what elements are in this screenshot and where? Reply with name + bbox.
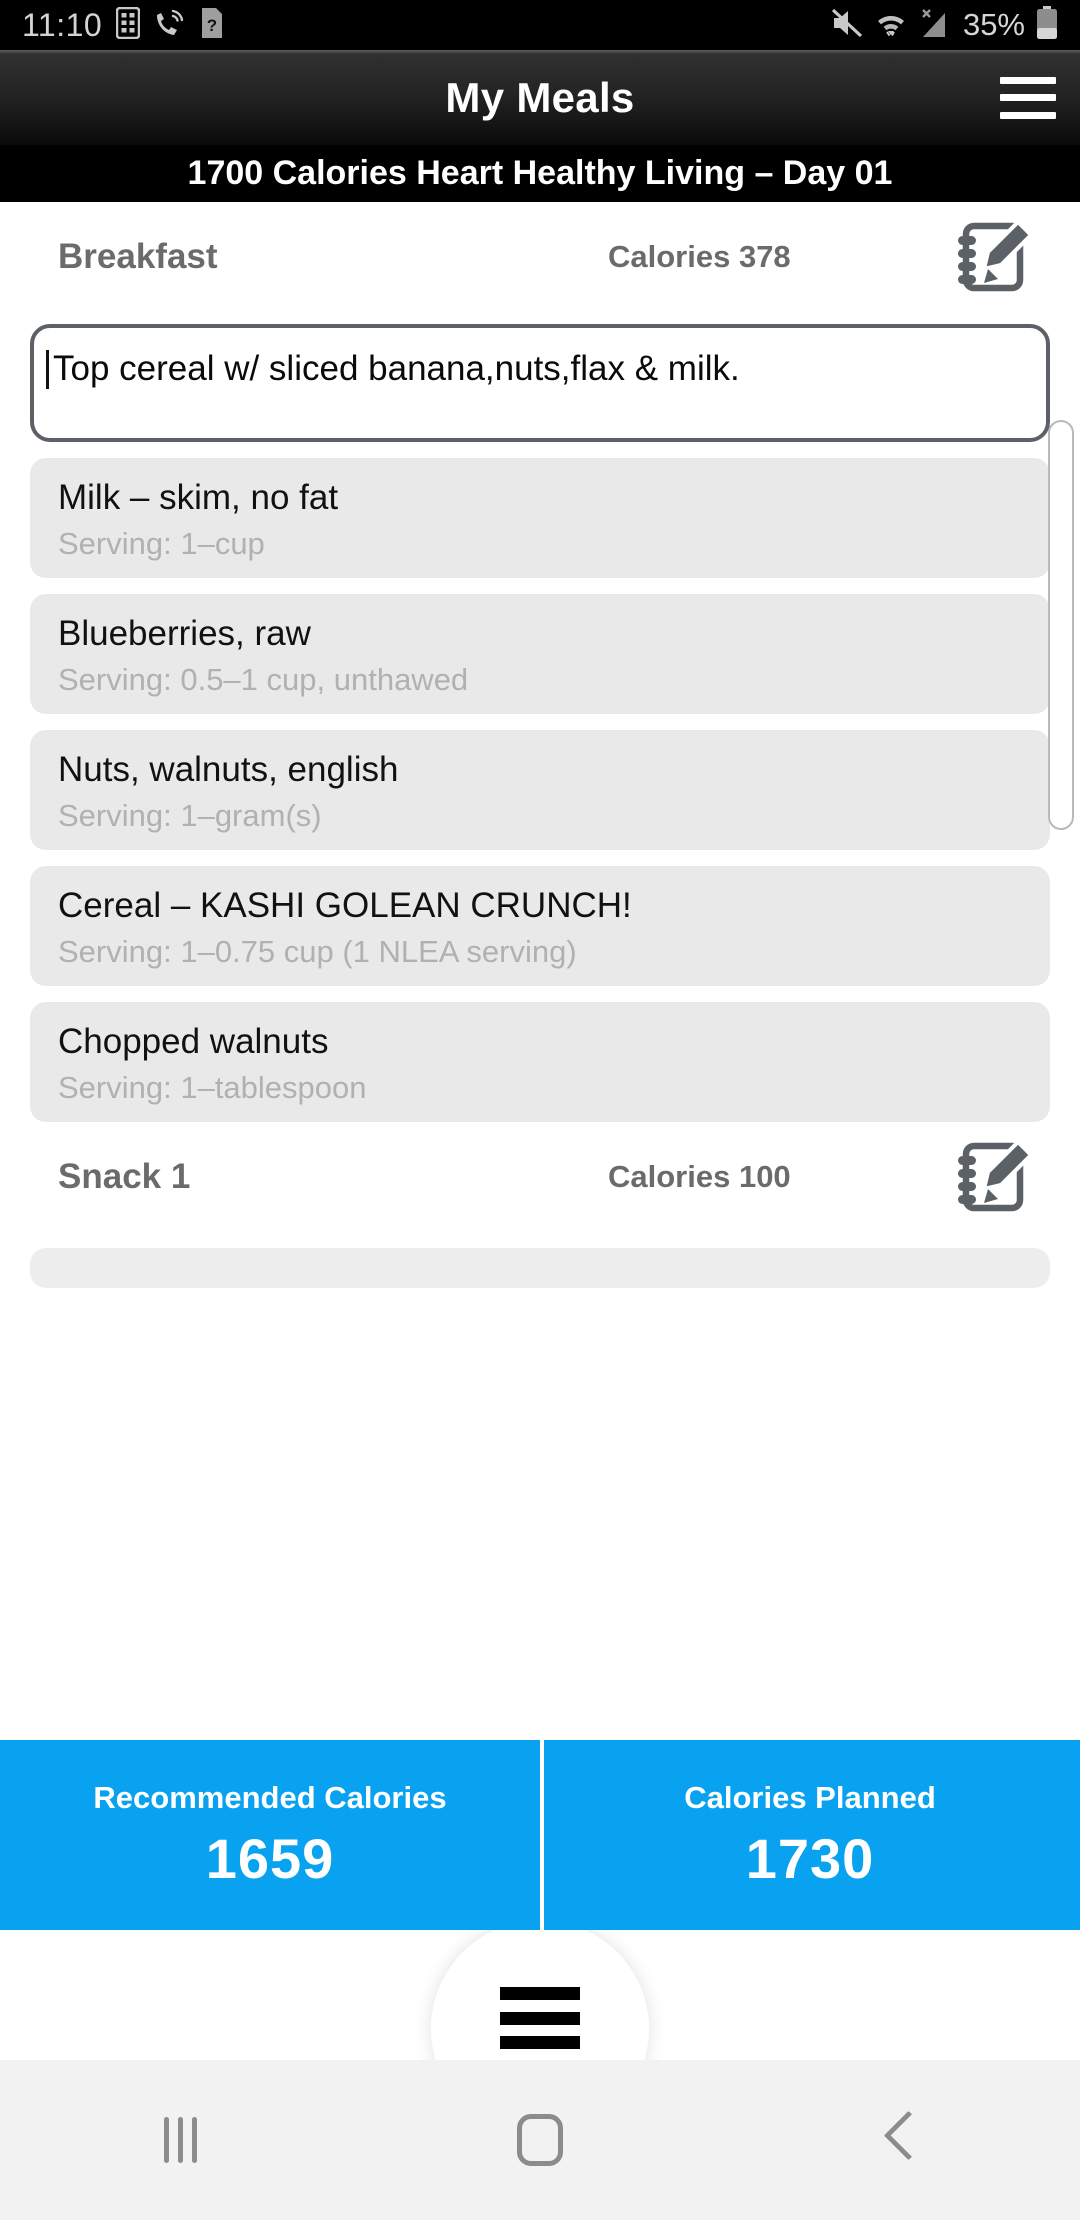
food-name: Chopped walnuts	[58, 1022, 329, 1061]
hamburger-icon[interactable]	[1000, 76, 1056, 119]
planned-calories-label: Calories Planned	[684, 1779, 936, 1815]
meal-note-box[interactable]: Top cereal w/ sliced banana,nuts,flax & …	[30, 324, 1050, 442]
battery-icon	[1036, 5, 1058, 45]
recents-bar	[177, 2117, 183, 2163]
meal-name: Snack 1	[58, 1157, 191, 1196]
food-name: Milk – skim, no fat	[58, 478, 339, 517]
food-name: Nuts, walnuts, english	[58, 750, 399, 789]
back-button[interactable]	[720, 2060, 1080, 2220]
hamburger-bar	[500, 2011, 580, 2025]
home-button[interactable]	[360, 2060, 720, 2220]
food-serving: Serving: 1–gram(s)	[58, 797, 322, 833]
status-clock: 11:10	[22, 6, 103, 43]
plan-subtitle: 1700 Calories Heart Healthy Living – Day…	[187, 154, 893, 192]
food-item-partial[interactable]	[30, 1248, 1050, 1288]
planned-calories-value: 1730	[745, 1826, 875, 1890]
food-serving: Serving: 1–tablespoon	[58, 1069, 367, 1105]
recommended-calories-value: 1659	[205, 1826, 335, 1890]
hamburger-bar	[1000, 76, 1056, 84]
note-edit-icon[interactable]	[952, 1134, 1038, 1220]
list-scrollbar[interactable]	[1048, 420, 1074, 830]
sim-unknown-icon: ?	[200, 7, 224, 44]
wifi-calling-icon	[154, 8, 186, 43]
no-signal-icon	[918, 7, 952, 44]
food-name: Cereal – KASHI GOLEAN CRUNCH!	[58, 886, 632, 925]
meal-note-text: Top cereal w/ sliced banana,nuts,flax & …	[46, 349, 1046, 389]
food-item[interactable]: Nuts, walnuts, english Serving: 1–gram(s…	[30, 730, 1050, 850]
recents-bar	[191, 2117, 197, 2163]
calculator-icon	[115, 6, 141, 44]
meal-calories: Calories 100	[608, 1159, 791, 1194]
recents-button[interactable]	[0, 2060, 360, 2220]
hamburger-bar	[500, 2036, 580, 2049]
meal-list-scroll[interactable]: Breakfast Calories 378 Top cereal w/ sli…	[0, 202, 1080, 1740]
food-serving: Serving: 1–cup	[58, 525, 265, 561]
meal-name: Breakfast	[58, 237, 218, 276]
calorie-summary-bar: Recommended Calories 1659 Calories Plann…	[0, 1740, 1080, 1930]
home-icon	[517, 2114, 563, 2166]
hamburger-bar	[1000, 111, 1056, 119]
battery-percent: 35%	[962, 7, 1025, 42]
status-bar: 11:10 ? 35%	[0, 0, 1080, 50]
recommended-calories-label: Recommended Calories	[93, 1779, 447, 1815]
android-nav-bar	[0, 2060, 1080, 2220]
plan-subtitle-bar: 1700 Calories Heart Healthy Living – Day…	[0, 145, 1080, 202]
hamburger-bar	[1000, 94, 1056, 101]
app-title-bar: My Meals	[0, 50, 1080, 145]
page-title: My Meals	[445, 73, 635, 121]
food-item[interactable]: Cereal – KASHI GOLEAN CRUNCH! Serving: 1…	[30, 866, 1050, 986]
status-bar-right: 35%	[830, 5, 1058, 45]
food-name: Blueberries, raw	[58, 614, 311, 653]
recents-bar	[163, 2117, 169, 2163]
food-item[interactable]: Blueberries, raw Serving: 0.5–1 cup, unt…	[30, 594, 1050, 714]
planned-calories-block: Calories Planned 1730	[540, 1740, 1080, 1930]
wifi-icon	[875, 7, 907, 44]
food-item[interactable]: Milk – skim, no fat Serving: 1–cup	[30, 458, 1050, 578]
status-bar-left: 11:10 ?	[22, 6, 224, 44]
app-screen: 11:10 ? 35% My Meals 1700 Calories Heart…	[0, 0, 1080, 2220]
food-item[interactable]: Chopped walnuts Serving: 1–tablespoon	[30, 1002, 1050, 1122]
mute-icon	[830, 7, 864, 44]
meal-calories: Calories 378	[608, 239, 791, 274]
hamburger-bar	[500, 1987, 580, 2000]
drawer-handle-area	[0, 1930, 1080, 2060]
back-icon	[883, 2112, 917, 2168]
recents-icon	[163, 2117, 197, 2163]
meal-header-breakfast: Breakfast Calories 378	[0, 202, 1080, 312]
recommended-calories-block: Recommended Calories 1659	[0, 1740, 540, 1930]
meal-header-snack-1: Snack 1 Calories 100	[0, 1122, 1080, 1232]
food-serving: Serving: 0.5–1 cup, unthawed	[58, 661, 469, 697]
drawer-handle-button[interactable]	[431, 1930, 649, 2060]
hamburger-icon	[500, 1987, 580, 2049]
svg-text:?: ?	[207, 16, 217, 35]
food-serving: Serving: 1–0.75 cup (1 NLEA serving)	[58, 933, 577, 969]
note-edit-icon[interactable]	[952, 214, 1038, 300]
